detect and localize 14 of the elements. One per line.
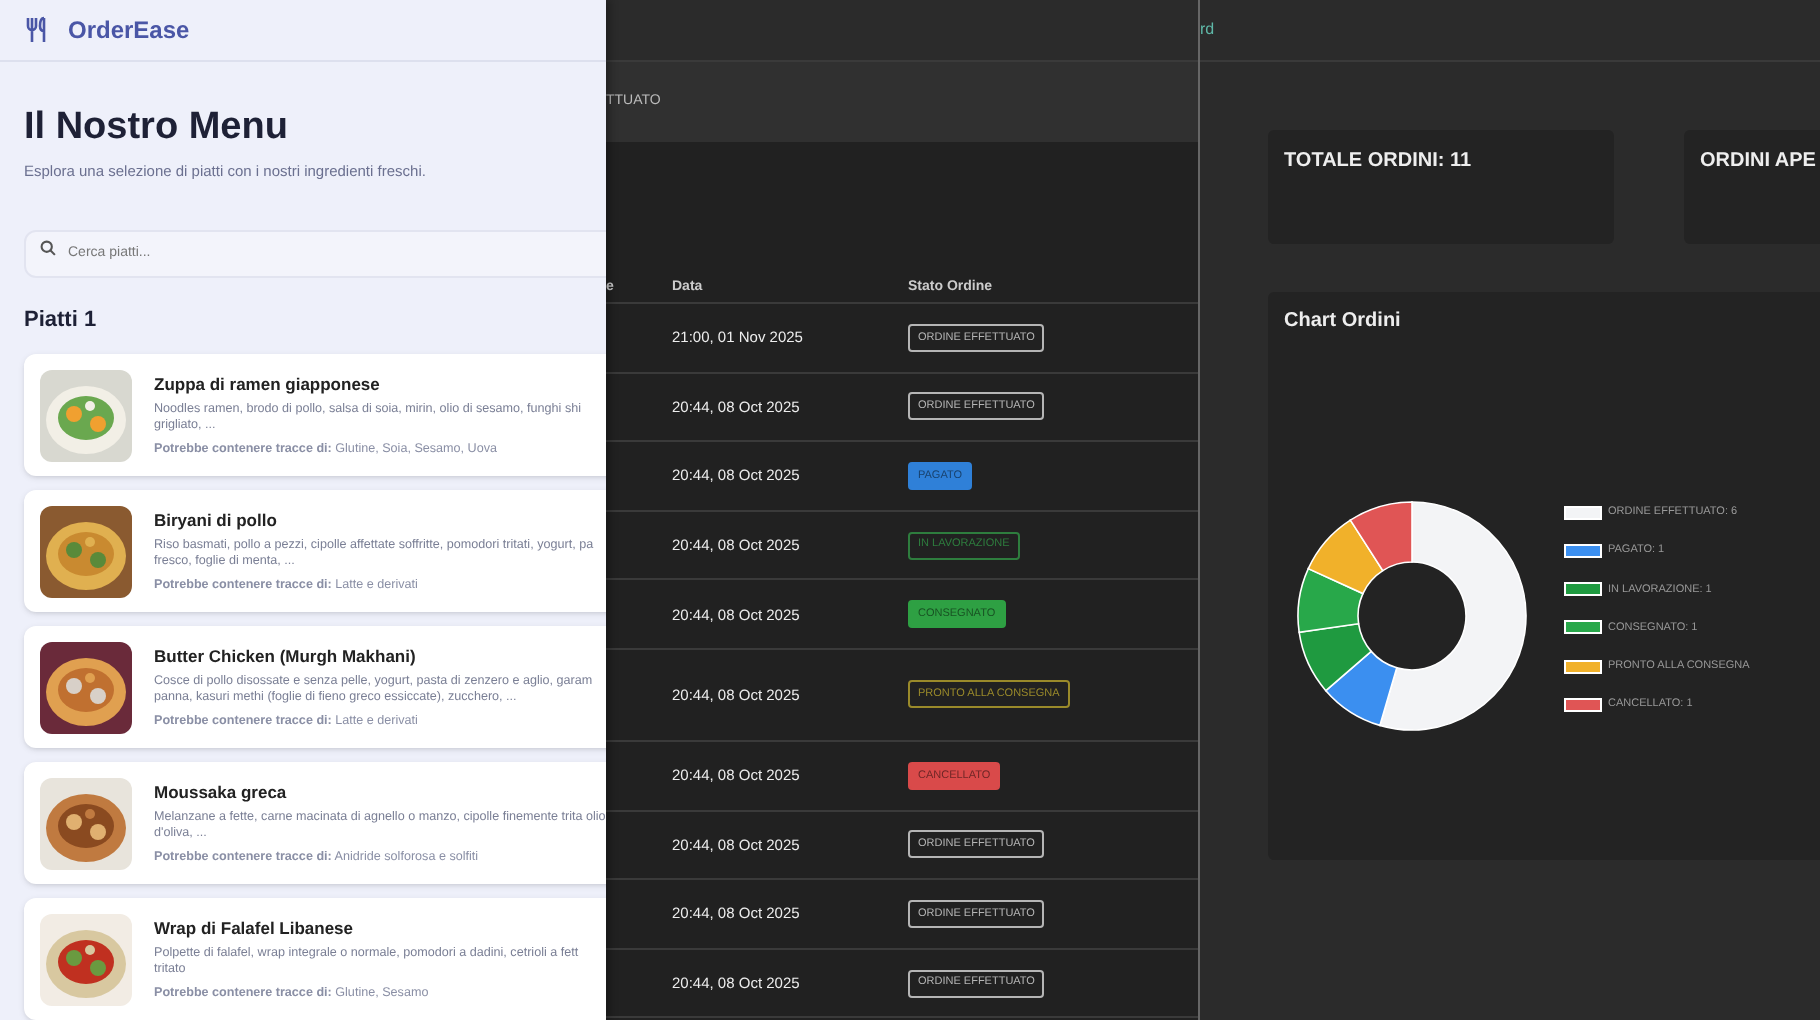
dish-name: Zuppa di ramen giapponese bbox=[154, 371, 382, 398]
stat-card: ORDINI APE bbox=[1684, 130, 1820, 244]
stat-card: TOTALE ORDINI: 11 bbox=[1268, 130, 1614, 244]
dish-name: Biryani di pollo bbox=[154, 507, 279, 534]
dish-card[interactable] bbox=[24, 626, 606, 748]
brand-name: OrderEase bbox=[68, 14, 190, 48]
dish-name: Butter Chicken (Murgh Makhani) bbox=[154, 643, 418, 670]
page-title: Il Nostro Menu bbox=[24, 104, 290, 152]
dish-name: Moussaka greca bbox=[154, 779, 289, 806]
section-title: Piatti 1 bbox=[24, 305, 99, 335]
chart-title: Chart Ordini bbox=[1284, 308, 1403, 336]
dish-name: Wrap di Falafel Libanese bbox=[154, 915, 356, 942]
nav-link[interactable]: rd bbox=[1200, 18, 1215, 42]
search-icon bbox=[40, 240, 56, 256]
